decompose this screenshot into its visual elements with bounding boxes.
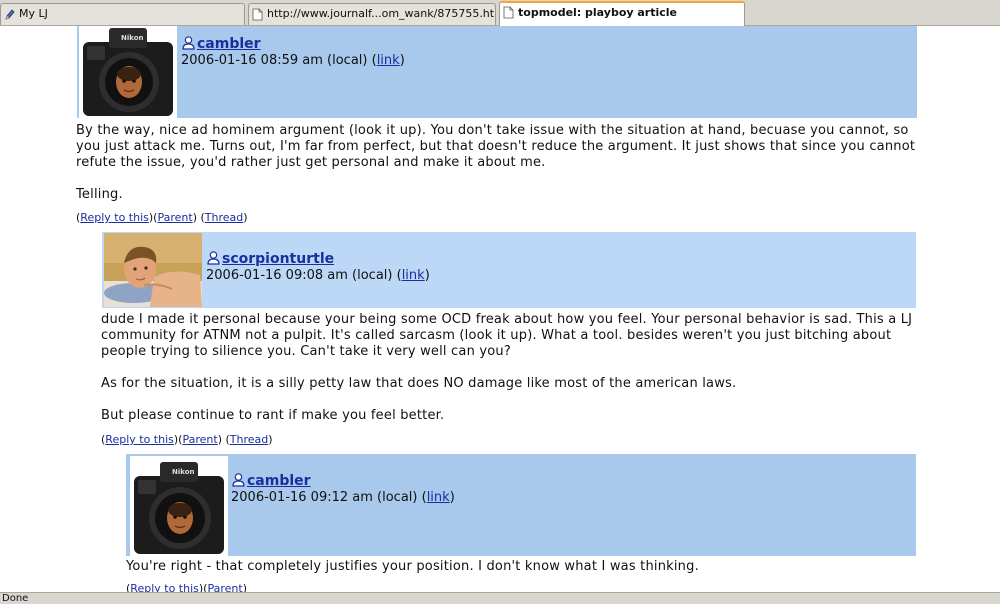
comment-paragraph: You're right - that completely justifies…: [126, 559, 699, 574]
username-link[interactable]: cambler: [247, 473, 311, 489]
comment-2: scorpionturtle 2006-01-16 09:08 am (loca…: [0, 232, 1000, 452]
pencil-icon: [5, 9, 15, 20]
comment-body: By the way, nice ad hominem argument (lo…: [76, 123, 916, 219]
tab-label: topmodel: playboy article: [518, 6, 678, 19]
username-link[interactable]: cambler: [197, 36, 261, 52]
tab-my-lj[interactable]: My LJ: [0, 3, 245, 25]
comment-meta: cambler 2006-01-16 09:12 am (local) (lin…: [231, 472, 455, 506]
comment-paragraph: By the way, nice ad hominem argument (lo…: [76, 123, 916, 170]
tab-label: http://www.journalf...om_wank/875755.htm…: [267, 7, 496, 20]
tab-topmodel-active[interactable]: topmodel: playboy article: [499, 1, 745, 26]
reply-link[interactable]: Reply to this: [105, 433, 174, 446]
comment-actions: (Reply to this)(Parent) (Thread): [76, 211, 248, 224]
comment-3: Nikon cambler 2006-01-16 09:12 am (local…: [0, 454, 1000, 592]
page-icon: [252, 8, 263, 21]
status-text: Done: [2, 593, 29, 604]
avatar: Nikon: [79, 26, 177, 118]
comment-meta: cambler 2006-01-16 08:59 am (local) (lin…: [181, 35, 405, 69]
svg-text:Nikon: Nikon: [121, 34, 144, 42]
comment-header: Nikon cambler 2006-01-16 08:59 am (local…: [77, 26, 917, 118]
comment-body: dude I made it personal because your bei…: [101, 312, 916, 440]
user-icon[interactable]: [181, 35, 196, 50]
comment-header: scorpionturtle 2006-01-16 09:08 am (loca…: [102, 232, 916, 308]
tab-journalfen[interactable]: http://www.journalf...om_wank/875755.htm…: [248, 3, 496, 25]
permalink[interactable]: link: [377, 53, 400, 68]
avatar: Nikon: [130, 456, 228, 556]
username-link[interactable]: scorpionturtle: [222, 251, 334, 267]
thread-link[interactable]: Thread: [205, 211, 243, 224]
comment-actions: (Reply to this)(Parent): [126, 582, 247, 592]
comment-date: 2006-01-16 08:59 am (local) (link): [181, 53, 405, 68]
nikon-camera-avatar: Nikon: [79, 26, 177, 118]
person-photo-avatar: [104, 233, 202, 307]
status-bar: Done: [0, 592, 1000, 604]
comment-paragraph: But please continue to rant if make you …: [101, 408, 445, 423]
comment-date: 2006-01-16 09:12 am (local) (link): [231, 490, 455, 505]
user-icon[interactable]: [206, 250, 221, 265]
comment-header: Nikon cambler 2006-01-16 09:12 am (local…: [126, 454, 916, 556]
permalink[interactable]: link: [427, 490, 450, 505]
comment-paragraph: dude I made it personal because your bei…: [101, 312, 913, 359]
parent-link[interactable]: Parent: [207, 582, 242, 592]
tab-label: My LJ: [19, 7, 48, 20]
comment-meta: scorpionturtle 2006-01-16 09:08 am (loca…: [206, 250, 430, 284]
reply-link[interactable]: Reply to this: [80, 211, 149, 224]
page-content: Nikon cambler 2006-01-16 08:59 am (local…: [0, 26, 1000, 592]
comment-1: Nikon cambler 2006-01-16 08:59 am (local…: [0, 26, 1000, 226]
thread-link[interactable]: Thread: [230, 433, 268, 446]
browser-tab-bar: My LJ http://www.journalf...om_wank/8757…: [0, 0, 1000, 26]
comment-paragraph: Telling.: [76, 187, 123, 202]
permalink[interactable]: link: [402, 268, 425, 283]
parent-link[interactable]: Parent: [157, 211, 192, 224]
comment-date: 2006-01-16 09:08 am (local) (link): [206, 268, 430, 283]
reply-link[interactable]: Reply to this: [130, 582, 199, 592]
page-icon: [503, 6, 514, 19]
avatar: [104, 233, 202, 307]
comment-paragraph: As for the situation, it is a silly pett…: [101, 376, 737, 391]
user-icon[interactable]: [231, 472, 246, 487]
nikon-camera-avatar: Nikon: [130, 456, 228, 556]
comment-actions: (Reply to this)(Parent) (Thread): [101, 433, 273, 446]
svg-text:Nikon: Nikon: [172, 468, 195, 476]
parent-link[interactable]: Parent: [182, 433, 217, 446]
